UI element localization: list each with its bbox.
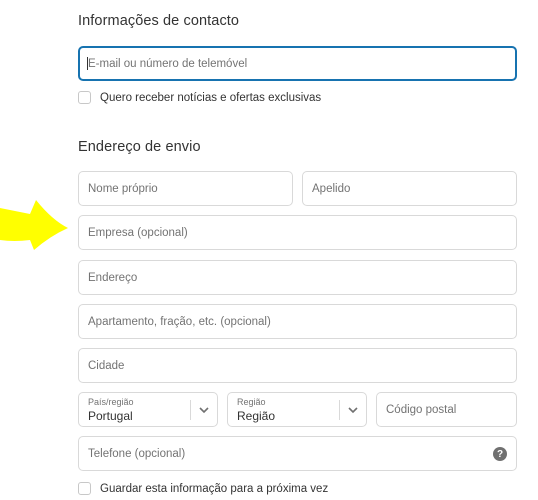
country-select-value: Portugal — [88, 409, 133, 423]
company-input[interactable]: Empresa (opcional) — [78, 215, 517, 250]
region-select-label: Região — [237, 397, 266, 407]
region-select[interactable]: Região Região — [227, 392, 367, 427]
address-input[interactable]: Endereço — [78, 260, 517, 295]
phone-placeholder: Telefone (opcional) — [88, 447, 186, 460]
chevron-down-icon — [348, 407, 358, 414]
annotation-arrow-icon — [0, 200, 68, 250]
phone-input[interactable]: Telefone (opcional) ? — [78, 436, 517, 471]
postal-code-input[interactable]: Código postal — [376, 392, 517, 427]
first-name-placeholder: Nome próprio — [88, 182, 158, 195]
city-placeholder: Cidade — [88, 359, 125, 372]
country-select-divider — [190, 400, 191, 420]
shipping-section-title: Endereço de envio — [78, 139, 201, 155]
contact-section-title: Informações de contacto — [78, 13, 240, 29]
apartment-placeholder: Apartamento, fração, etc. (opcional) — [88, 315, 271, 328]
region-select-value: Região — [237, 409, 276, 423]
email-input[interactable]: E-mail ou número de telemóvel — [78, 46, 517, 81]
region-select-divider — [339, 400, 340, 420]
last-name-input[interactable]: Apelido — [302, 171, 517, 206]
apartment-input[interactable]: Apartamento, fração, etc. (opcional) — [78, 304, 517, 339]
country-select[interactable]: País/região Portugal — [78, 392, 218, 427]
save-info-checkbox-row[interactable]: Guardar esta informação para a próxima v… — [78, 482, 328, 495]
country-select-label: País/região — [88, 397, 134, 407]
save-info-checkbox[interactable] — [78, 482, 91, 495]
newsletter-checkbox[interactable] — [78, 91, 91, 104]
email-placeholder: E-mail ou número de telemóvel — [88, 57, 248, 70]
newsletter-label: Quero receber notícias e ofertas exclusi… — [100, 91, 322, 104]
postal-code-placeholder: Código postal — [386, 403, 457, 416]
save-info-label: Guardar esta informação para a próxima v… — [100, 482, 329, 495]
city-input[interactable]: Cidade — [78, 348, 517, 383]
company-placeholder: Empresa (opcional) — [88, 226, 188, 239]
help-icon[interactable]: ? — [493, 447, 507, 461]
first-name-input[interactable]: Nome próprio — [78, 171, 293, 206]
address-placeholder: Endereço — [88, 271, 138, 284]
newsletter-checkbox-row[interactable]: Quero receber notícias e ofertas exclusi… — [78, 91, 321, 104]
chevron-down-icon — [199, 407, 209, 414]
last-name-placeholder: Apelido — [312, 182, 351, 195]
